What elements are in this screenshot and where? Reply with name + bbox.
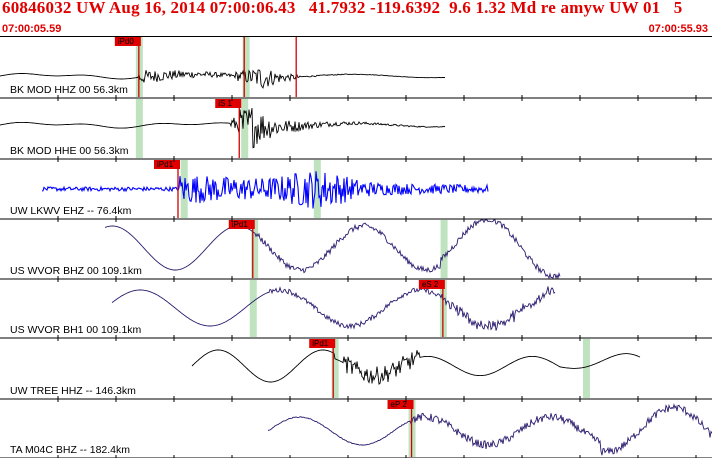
pick-label: eP 2 [391, 400, 408, 409]
trace-line [0, 108, 446, 149]
pick-label: iS 1 [218, 99, 232, 108]
station-label: UW LKWV EHZ -- 76.4km [10, 205, 132, 217]
window-mark [582, 339, 590, 398]
window-mark [135, 99, 143, 158]
pick-label: iPd1 [232, 220, 249, 229]
start-time: 07:00:05.59 [2, 23, 62, 35]
trace-line [267, 403, 712, 456]
window-mark [241, 99, 249, 158]
trace-line [104, 219, 561, 280]
trace-line [41, 171, 489, 209]
event-title: 60846032 UW Aug 16, 2014 07:00:06.43 41.… [2, 0, 683, 17]
station-label: TA M04C BHZ -- 182.4km [10, 444, 130, 456]
header: 60846032 UW Aug 16, 2014 07:00:06.43 41.… [0, 0, 712, 36]
traces-layer [0, 69, 712, 456]
end-time: 07:00:55.93 [648, 23, 708, 35]
window-mark [249, 280, 257, 337]
pick-label: iPd0 [118, 37, 135, 46]
trace-line [191, 349, 641, 385]
pick-label: eS 2 [422, 280, 439, 289]
station-label: UW TREE HHZ -- 146.3km [10, 385, 136, 397]
trace-line [111, 286, 556, 331]
station-label: US WVOR BHZ 00 109.1km [10, 265, 142, 277]
pick-label: iPd1 [312, 339, 329, 348]
station-label: BK MOD HHE 00 56.3km [10, 145, 129, 157]
window-mark [440, 220, 448, 278]
station-label: BK MOD HHZ 00 56.3km [10, 84, 128, 96]
station-label: US WVOR BH1 00 109.1km [10, 324, 142, 336]
pick-label: iPd1 [157, 160, 174, 169]
labels-layer: BK MOD HHZ 00 56.3km BK MOD HHE 00 56.3km… [10, 84, 142, 456]
seismogram-panel: iPd0 iS 1 iPd1 iPd1 eS 2 iPd1 eP 2 BK MOD HHZ … [0, 36, 712, 458]
